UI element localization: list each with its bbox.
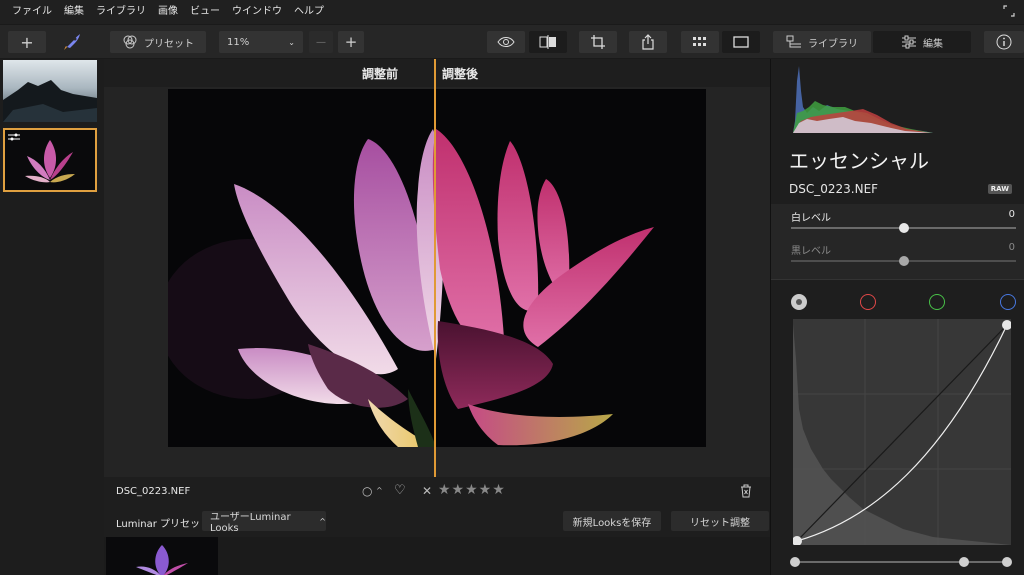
split-view-icon <box>539 35 556 49</box>
single-view-button[interactable] <box>722 31 760 53</box>
tone-curve[interactable] <box>792 319 1012 546</box>
menu-image[interactable]: 画像 <box>152 0 184 24</box>
add-image-button[interactable]: + <box>8 31 46 53</box>
menu-file[interactable]: ファイル <box>6 0 58 24</box>
black-level-knob[interactable] <box>899 256 909 266</box>
chevron-up-icon[interactable]: ^ <box>376 486 383 495</box>
presets-bar-label: Luminar プリセット <box>116 519 211 530</box>
preset-category-select[interactable]: ユーザーLuminar Looks ^ <box>202 511 326 534</box>
preset-thumbnail[interactable] <box>106 537 218 575</box>
menu-library[interactable]: ライブラリ <box>90 0 152 24</box>
menu-window[interactable]: ウインドウ <box>226 0 288 24</box>
save-looks-button[interactable]: 新規Looksを保存 <box>563 511 661 531</box>
range-knob-low[interactable] <box>790 557 800 567</box>
menu-view[interactable]: ビュー <box>184 0 226 24</box>
curve-range-slider[interactable] <box>790 557 1012 567</box>
single-view-icon <box>733 36 749 48</box>
info-button[interactable] <box>984 31 1024 53</box>
star-rating[interactable]: ★★★★★ <box>438 482 506 498</box>
zoom-in-button[interactable]: + <box>338 31 364 53</box>
menu-edit[interactable]: 編集 <box>58 0 90 24</box>
black-level-slider[interactable] <box>791 256 1016 266</box>
plus-icon: + <box>20 32 34 52</box>
info-icon <box>996 34 1012 50</box>
library-label: ライブラリ <box>808 38 858 50</box>
info-bar: DSC_0223.NEF ○ ^ ♡ ✕ ★★★★★ <box>104 477 770 507</box>
filmstrip <box>0 59 104 575</box>
toolbar: + プリセット 11% ⌄ — + ライブラリ 編集 <box>0 24 1024 59</box>
after-label: 調整後 <box>442 67 479 81</box>
compare-split-button[interactable] <box>529 31 567 53</box>
slider-area: 白レベル 0 黒レベル 0 <box>771 204 1024 280</box>
luminosity-channel-button[interactable] <box>791 294 807 310</box>
presets-label: プリセット <box>144 38 194 50</box>
trash-icon[interactable] <box>740 484 752 501</box>
menu-help[interactable]: ヘルプ <box>288 0 330 24</box>
minus-icon: — <box>316 36 326 48</box>
section-title: エッセンシャル <box>789 149 929 173</box>
rocket-icon <box>64 34 80 50</box>
channel-selected-dot <box>796 298 802 305</box>
zoom-select[interactable]: 11% ⌄ <box>219 31 303 53</box>
edit-label: 編集 <box>923 38 943 50</box>
reject-x-icon[interactable]: ✕ <box>422 484 432 498</box>
preset-thumbnails <box>104 537 770 575</box>
adjustments-panel: エッセンシャル DSC_0223.NEF RAW 白レベル 0 黒レベル 0 <box>770 59 1024 575</box>
green-channel-button[interactable] <box>929 294 945 310</box>
favorite-heart-icon[interactable]: ♡ <box>394 483 406 498</box>
white-level-label: 白レベル <box>791 213 831 224</box>
grid-view-button[interactable] <box>681 31 719 53</box>
chevron-down-icon: ⌄ <box>288 37 295 47</box>
presets-button[interactable]: プリセット <box>110 31 206 53</box>
black-level-label: 黒レベル <box>791 246 831 257</box>
edit-tab[interactable]: 編集 <box>873 31 971 53</box>
lotus-photo <box>168 89 706 447</box>
share-button[interactable] <box>629 31 667 53</box>
compare-bar: 調整前 調整後 <box>104 59 770 87</box>
white-level-knob[interactable] <box>899 223 909 233</box>
raw-badge: RAW <box>987 184 1012 194</box>
sliders-icon <box>902 35 916 49</box>
eye-icon <box>497 37 515 47</box>
grid-icon <box>693 37 706 46</box>
share-icon <box>642 34 654 50</box>
crop-icon <box>591 35 605 49</box>
reset-adjustments-label: リセット調整 <box>690 517 750 529</box>
histogram <box>793 61 935 133</box>
quick-start-button[interactable] <box>58 31 86 53</box>
library-icon <box>786 35 801 48</box>
image-viewer[interactable]: 調整前 調整後 <box>104 59 770 477</box>
range-knob-mid[interactable] <box>959 557 969 567</box>
flag-button[interactable]: ○ <box>362 484 372 498</box>
thumbnail-lotus[interactable] <box>3 128 97 192</box>
crop-button[interactable] <box>579 31 617 53</box>
save-looks-label: 新規Looksを保存 <box>572 517 652 529</box>
red-channel-button[interactable] <box>860 294 876 310</box>
preview-toggle-button[interactable] <box>487 31 525 53</box>
preset-category-value: ユーザーLuminar Looks <box>210 512 291 534</box>
presets-icon <box>123 35 137 49</box>
panel-filename: DSC_0223.NEF <box>789 182 879 196</box>
compare-split-handle[interactable] <box>434 59 436 477</box>
zoom-value: 11% <box>227 36 250 48</box>
image-filename: DSC_0223.NEF <box>116 486 191 497</box>
zoom-out-button[interactable]: — <box>309 31 333 53</box>
blue-channel-button[interactable] <box>1000 294 1016 310</box>
range-knob-high[interactable] <box>1002 557 1012 567</box>
seascape-photo <box>3 60 97 122</box>
before-label: 調整前 <box>362 67 399 81</box>
library-tab[interactable]: ライブラリ <box>773 31 871 53</box>
chevron-up-icon: ^ <box>319 516 326 526</box>
plus-icon: + <box>344 33 358 51</box>
black-level-value: 0 <box>1008 242 1015 253</box>
white-level-slider[interactable] <box>791 223 1016 233</box>
reset-adjustments-button[interactable]: リセット調整 <box>671 511 769 531</box>
resize-icon[interactable] <box>1002 4 1016 21</box>
menu-bar: ファイル 編集 ライブラリ 画像 ビュー ウインドウ ヘルプ <box>0 0 1024 24</box>
edited-sliders-icon <box>8 132 20 145</box>
thumbnail-seascape[interactable] <box>3 60 97 122</box>
presets-bar: Luminar プリセット ユーザーLuminar Looks ^ 新規Look… <box>104 507 770 537</box>
white-level-value: 0 <box>1008 209 1015 220</box>
